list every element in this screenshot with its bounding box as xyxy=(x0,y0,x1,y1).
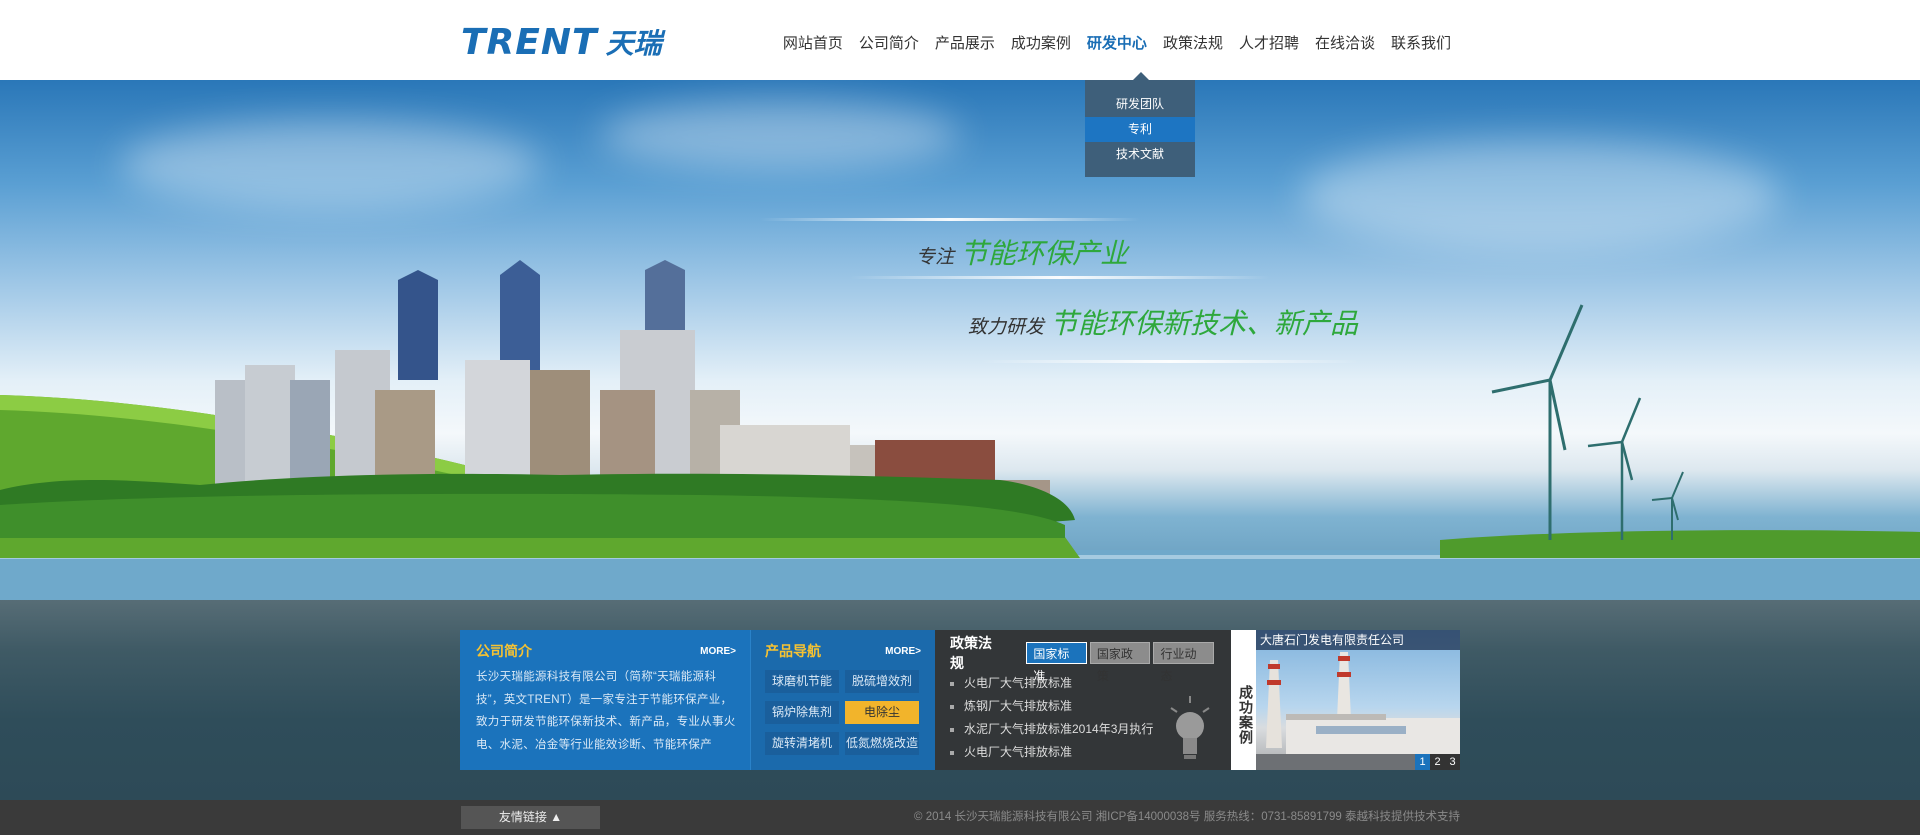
slogan-2-prefix: 致力研发 xyxy=(968,317,1045,338)
slogan-1-prefix: 专注 xyxy=(916,247,955,268)
nav-item-careers[interactable]: 人才招聘 xyxy=(1231,0,1307,80)
company-intro-title: 公司简介 xyxy=(476,643,532,659)
product-rotary-unblocker[interactable]: 旋转清堵机 xyxy=(765,732,839,755)
banner-slogan-2: 致力研发 节能环保新技术、新产品 xyxy=(968,302,1358,342)
main-nav: 网站首页 公司简介 产品展示 成功案例 研发中心 政策法规 人才招聘 在线洽谈 … xyxy=(775,0,1459,80)
product-nav-panel: 产品导航 MORE> 球磨机节能 脱硫增效剂 锅炉除焦剂 电除尘 旋转清堵机 低… xyxy=(750,630,935,770)
tab-national-policy[interactable]: 国家政策 xyxy=(1089,642,1151,683)
product-ball-mill[interactable]: 球磨机节能 xyxy=(765,670,839,693)
footer: 友情链接 ▲ © 2014 长沙天瑞能源科技有限公司 湘ICP备14000038… xyxy=(0,800,1920,835)
nav-item-products[interactable]: 产品展示 xyxy=(927,0,1003,80)
success-cases-panel: 成功案例 大唐石门发电有限责任公司 1 2 3 xyxy=(1231,630,1460,770)
rd-dropdown-menu: 研发团队 专利 技术文献 xyxy=(1085,72,1195,177)
power-plant-image xyxy=(1256,652,1460,770)
dropdown-item-rd-team[interactable]: 研发团队 xyxy=(1085,92,1195,117)
header: TRENT 天瑞 网站首页 公司简介 产品展示 成功案例 研发中心 政策法规 人… xyxy=(0,0,1920,80)
success-cases-label: 成功案例 xyxy=(1231,630,1256,770)
case-pager: 1 2 3 xyxy=(1415,754,1460,770)
product-boiler-decoking[interactable]: 锅炉除焦剂 xyxy=(765,701,839,724)
light-streak xyxy=(760,218,1140,221)
company-more-link[interactable]: MORE> xyxy=(700,646,736,657)
product-electrostatic-precipitator[interactable]: 电除尘 xyxy=(845,701,919,724)
tab-industry-news[interactable]: 行业动态 xyxy=(1153,642,1214,683)
product-low-nox[interactable]: 低氮燃烧改造 xyxy=(845,732,919,755)
light-streak xyxy=(980,360,1360,363)
list-item[interactable]: 火电厂大气排放标准 xyxy=(950,672,1217,695)
policy-panel: 政策法规 国家标准 国家政策 行业动态 火电厂大气排放标准 炼钢厂大气排放标准 … xyxy=(935,630,1231,770)
company-intro-panel: 公司简介 MORE> 长沙天瑞能源科技有限公司（简称“天瑞能源科技”，英文TRE… xyxy=(460,630,750,770)
product-nav-title: 产品导航 xyxy=(765,643,821,659)
nav-item-home[interactable]: 网站首页 xyxy=(775,0,851,80)
logo-text-cn: 天瑞 xyxy=(605,27,662,60)
info-panels: 公司简介 MORE> 长沙天瑞能源科技有限公司（简称“天瑞能源科技”，英文TRE… xyxy=(460,630,1460,770)
dropdown-item-patents[interactable]: 专利 xyxy=(1085,117,1195,142)
nav-item-contact[interactable]: 联系我们 xyxy=(1383,0,1459,80)
case-image[interactable] xyxy=(1256,630,1460,770)
copyright-text: © 2014 长沙天瑞能源科技有限公司 湘ICP备14000038号 服务热线：… xyxy=(914,811,1460,823)
friendly-links-button[interactable]: 友情链接 ▲ xyxy=(461,806,600,829)
logo-text-en: TRENT xyxy=(461,21,598,63)
dropdown-item-tech-docs[interactable]: 技术文献 xyxy=(1085,142,1195,167)
company-intro-text: 长沙天瑞能源科技有限公司（简称“天瑞能源科技”，英文TRENT）是一家专注于节能… xyxy=(476,671,736,751)
case-page-3[interactable]: 3 xyxy=(1445,754,1460,770)
banner-scenery xyxy=(0,260,1920,600)
hero-banner: 专注 节能环保产业 致力研发 节能环保新技术、新产品 xyxy=(0,80,1920,600)
wind-turbines xyxy=(1491,304,1684,540)
banner-slogan-1: 专注 节能环保产业 xyxy=(916,232,1128,272)
nav-item-policy[interactable]: 政策法规 xyxy=(1155,0,1231,80)
nav-item-online-chat[interactable]: 在线洽谈 xyxy=(1307,0,1383,80)
product-desulfurization[interactable]: 脱硫增效剂 xyxy=(845,670,919,693)
case-page-1[interactable]: 1 xyxy=(1415,754,1430,770)
tab-national-standards[interactable]: 国家标准 xyxy=(1026,642,1087,683)
light-streak xyxy=(850,276,1270,279)
case-page-2[interactable]: 2 xyxy=(1430,754,1445,770)
right-island xyxy=(1440,530,1920,558)
policy-title: 政策法规 xyxy=(950,635,992,671)
logo[interactable]: TRENT 天瑞 xyxy=(461,21,662,63)
case-caption: 大唐石门发电有限责任公司 xyxy=(1256,630,1460,650)
nav-item-about[interactable]: 公司简介 xyxy=(851,0,927,80)
slogan-2-main: 节能环保新技术、新产品 xyxy=(1050,308,1359,339)
lightbulb-icon xyxy=(1170,696,1210,759)
nav-item-rd-center[interactable]: 研发中心 xyxy=(1079,0,1155,80)
slogan-1-main: 节能环保产业 xyxy=(960,238,1129,269)
nav-item-cases[interactable]: 成功案例 xyxy=(1003,0,1079,80)
product-more-link[interactable]: MORE> xyxy=(885,646,921,657)
